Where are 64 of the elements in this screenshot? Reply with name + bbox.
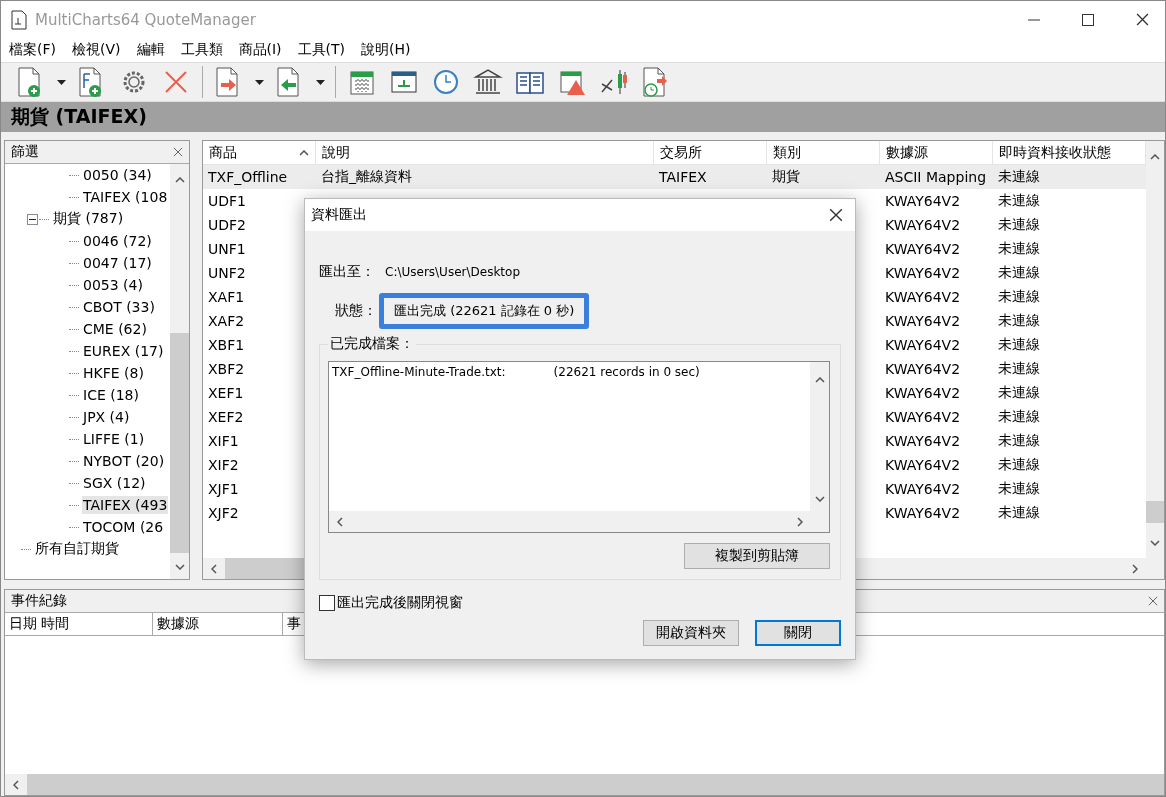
menu-item[interactable]: 商品(I) xyxy=(238,41,282,59)
group-label: 已完成檔案： xyxy=(329,335,415,353)
destination-path: C:\Users\User\Desktop xyxy=(385,265,520,279)
tree-item[interactable]: LIFFE (1) xyxy=(82,430,146,448)
dialog-button[interactable]: 開啟資料夾 xyxy=(643,620,739,646)
description-cell: 台指_離線資料 xyxy=(316,165,654,189)
menu-item[interactable]: 工具類 xyxy=(180,41,223,59)
tree-item[interactable]: NYBOT (20) xyxy=(82,452,166,470)
menu-item[interactable]: 檢視(V) xyxy=(72,41,121,59)
status-cell: 未連線 xyxy=(993,165,1146,189)
scrollbar-thumb[interactable] xyxy=(1146,501,1164,523)
minimize-icon[interactable] xyxy=(1028,18,1040,21)
vertical-scrollbar[interactable] xyxy=(1146,141,1164,579)
tree-item[interactable]: SGX (12) xyxy=(82,474,147,492)
vertical-scrollbar[interactable] xyxy=(810,362,829,511)
vertical-scrollbar[interactable] xyxy=(170,164,189,579)
source-cell: ASCII Mapping xyxy=(880,165,993,189)
field-label: 狀態： xyxy=(335,302,377,320)
menu-item[interactable]: 編輯 xyxy=(136,41,165,59)
scrollbar-thumb[interactable] xyxy=(170,333,189,553)
close-icon[interactable] xyxy=(1135,13,1149,26)
window-title: MultiCharts64 QuoteManager xyxy=(35,10,257,29)
tree-item[interactable]: TAIFEX (493 xyxy=(82,496,169,514)
column-header[interactable]: 日期 時間 xyxy=(5,613,153,635)
maximize-icon[interactable] xyxy=(1082,13,1094,26)
dropdown-arrow-icon[interactable] xyxy=(255,79,264,85)
tree-item[interactable]: JPX (4) xyxy=(82,408,131,426)
tree-item[interactable]: 0050 (34) xyxy=(82,166,153,184)
dropdown-arrow-icon[interactable] xyxy=(57,79,66,85)
menu-item[interactable]: 工具(T) xyxy=(297,41,346,59)
category-title: 期貨 (TAIFEX) xyxy=(11,104,147,129)
tree-item[interactable]: EUREX (17) xyxy=(82,342,165,360)
tree-item[interactable]: 0046 (72) xyxy=(82,232,153,250)
tree-item[interactable]: CBOT (33) xyxy=(82,298,156,316)
field-label: 匯出至： xyxy=(319,263,375,281)
file-result: (22621 records in 0 sec) xyxy=(553,365,700,379)
tree-item[interactable]: CME (62) xyxy=(82,320,148,338)
collapse-icon[interactable] xyxy=(27,213,38,225)
exchange-cell: TAIFEX xyxy=(654,165,767,189)
file-name: TXF_Offline-Minute-Trade.txt: xyxy=(332,365,506,379)
copy-to-clipboard-button[interactable]: 複製到剪貼簿 xyxy=(684,543,830,569)
menu-item[interactable]: 檔案(F) xyxy=(9,41,56,59)
tree-item[interactable]: HKFE (8) xyxy=(82,364,145,382)
column-header[interactable]: 數據源 xyxy=(153,613,283,635)
tree-item[interactable]: 0047 (17) xyxy=(82,254,153,272)
close-icon[interactable] xyxy=(829,208,843,222)
tree-item[interactable]: 所有自訂期貨 xyxy=(34,539,120,559)
tree-item[interactable]: TOCOM (26 xyxy=(82,518,165,536)
dropdown-arrow-icon[interactable] xyxy=(316,79,325,85)
dialog-button[interactable]: 關閉 xyxy=(755,620,841,646)
checkbox[interactable] xyxy=(319,595,335,611)
symbol-cell: TXF_Offline xyxy=(203,165,316,189)
tree-item[interactable]: TAIFEX (108 xyxy=(82,188,169,206)
tree-item[interactable]: ICE (18) xyxy=(82,386,140,404)
panel-title: 篩選 xyxy=(11,143,39,161)
menu-item[interactable]: 說明(H) xyxy=(361,41,411,59)
category-cell: 期貨 xyxy=(767,165,880,189)
tree-item[interactable]: 期貨 (787) xyxy=(52,209,125,229)
panel-title: 事件紀錄 xyxy=(11,592,67,610)
tree-item[interactable]: 0053 (4) xyxy=(82,276,144,294)
horizontal-scrollbar[interactable] xyxy=(329,511,829,532)
checkbox-label: 匯出完成後關閉視窗 xyxy=(337,594,463,612)
status-text: 匯出完成 (22621 記錄在 0 秒) xyxy=(379,293,590,329)
app-icon xyxy=(11,9,27,30)
